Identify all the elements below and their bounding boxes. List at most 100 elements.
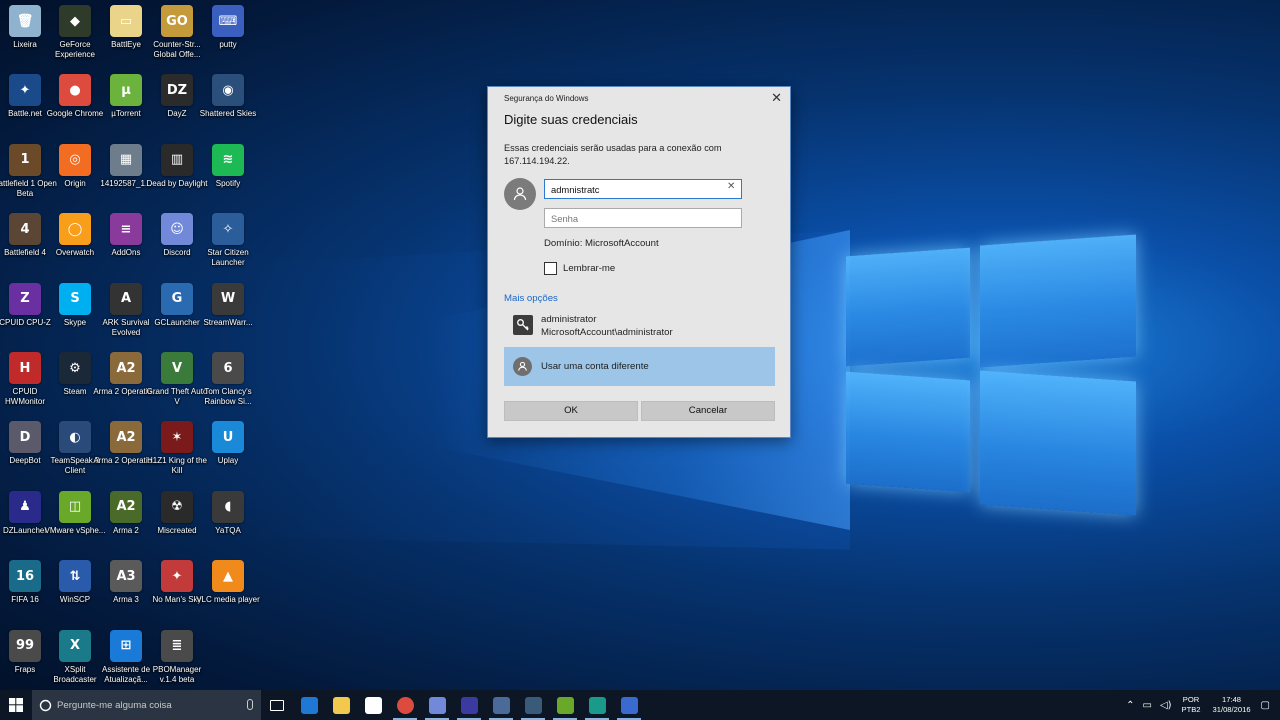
teamspeak-icon-glyph xyxy=(492,696,510,714)
discord-icon: ☺ xyxy=(161,213,193,246)
arma2-oa-icon: A2 xyxy=(110,352,142,384)
desktop-icon[interactable]: ✧ Star Citizen Launcher xyxy=(195,209,261,275)
clock-time: 17:48 xyxy=(1222,695,1242,704)
edge-icon[interactable] xyxy=(293,690,325,720)
file-explorer-icon[interactable] xyxy=(325,690,357,720)
account-option-administrator[interactable]: administrator MicrosoftAccount\administr… xyxy=(504,311,775,343)
uplay-icon: U xyxy=(212,421,244,454)
discord-icon-glyph xyxy=(428,696,446,714)
battlefield4-icon: 4 xyxy=(9,213,41,246)
account-option-different[interactable]: Usar uma conta diferente xyxy=(504,347,775,386)
desktop-icon[interactable]: ⌨ putty xyxy=(195,1,261,67)
network-icon[interactable]: ▭ xyxy=(1142,700,1151,711)
windows-update-icon: ⊞ xyxy=(110,629,142,662)
deepbot-icon: D xyxy=(9,421,41,454)
hwmonitor-icon: H xyxy=(9,352,41,384)
discord-icon[interactable] xyxy=(421,690,453,720)
clock-date: 31/08/2016 xyxy=(1212,705,1251,714)
steam-icon: ⚙ xyxy=(59,352,91,384)
system-tray: ⌃ ▭ ◁) POR PTB2 17:48 31/08/2016 ▢ xyxy=(1122,690,1280,720)
keyboard-layout: PTB2 xyxy=(1181,705,1201,714)
chrome-icon-glyph xyxy=(396,696,414,714)
action-center-icon[interactable]: ▢ xyxy=(1261,700,1270,711)
file-explorer-icon-glyph xyxy=(332,696,350,714)
pbomanager-icon: ≣ xyxy=(161,629,193,662)
remote-desktop-icon-glyph xyxy=(620,696,638,714)
origin-icon: ◎ xyxy=(59,143,91,176)
chrome-icon[interactable] xyxy=(389,690,421,720)
desktop-icon[interactable]: ▲ VLC media player xyxy=(195,556,261,622)
store-icon-glyph xyxy=(364,696,382,714)
putty-icon: ⌨ xyxy=(212,5,244,37)
desktop-icon[interactable]: W StreamWarr... xyxy=(195,279,261,345)
chevron-up-icon[interactable]: ⌃ xyxy=(1126,700,1134,711)
dialog-caption: Segurança do Windows xyxy=(504,94,589,103)
desktop-icon-label: Shattered Skies xyxy=(199,109,257,119)
dayz-icon: DZ xyxy=(161,74,193,107)
account-full-name: MicrosoftAccount\administrator xyxy=(541,327,673,338)
chrome-icon: ● xyxy=(59,74,91,107)
gclauncher-icon: G xyxy=(161,282,193,315)
desktop-icon[interactable]: ◖ YaTQA xyxy=(195,487,261,553)
credentials-dialog: Segurança do Windows ✕ Digite suas crede… xyxy=(487,86,791,438)
microphone-icon[interactable] xyxy=(247,699,253,710)
clear-input-icon[interactable]: ✕ xyxy=(727,181,735,192)
desktop-icon[interactable]: ≣ PBOManager v.1.4 beta xyxy=(144,626,210,692)
clock[interactable]: 17:48 31/08/2016 xyxy=(1213,695,1251,715)
remember-me-label[interactable]: Lembrar-me xyxy=(563,263,615,274)
desktop-icon-label: YaTQA xyxy=(215,525,241,535)
vlc-icon: ▲ xyxy=(212,560,244,593)
h1z1-icon: ✶ xyxy=(161,421,193,454)
start-button[interactable] xyxy=(0,690,32,720)
username-input[interactable]: admnistratc xyxy=(544,179,742,199)
edge-icon-glyph xyxy=(300,696,318,714)
ok-button[interactable]: OK xyxy=(504,401,638,421)
shattered-skies-icon: ◉ xyxy=(212,74,244,107)
windows-logo-wallpaper xyxy=(840,230,1140,530)
volume-icon[interactable]: ◁) xyxy=(1160,700,1172,711)
user-avatar-icon xyxy=(513,357,532,376)
windows-start-icon xyxy=(9,698,23,712)
input-language[interactable]: POR PTB2 xyxy=(1182,695,1201,715)
teamspeak-icon[interactable] xyxy=(485,690,517,720)
desktop-icon[interactable]: 6 Tom Clancy's Rainbow Si... xyxy=(195,348,261,414)
winrar-icon: ≡ xyxy=(110,213,142,246)
desktop-icon[interactable]: U Uplay xyxy=(195,417,261,483)
cortana-search-box[interactable]: Pergunte-me alguma coisa xyxy=(32,690,261,720)
vmware-icon: ◫ xyxy=(59,490,91,523)
xsplit-icon-glyph xyxy=(588,696,606,714)
password-input[interactable]: Senha xyxy=(544,208,742,228)
more-options-link[interactable]: Mais opções xyxy=(504,293,558,304)
no-mans-sky-icon: ✦ xyxy=(161,560,193,593)
task-view-icon-glyph xyxy=(270,699,284,711)
desktop-icon-label: putty xyxy=(219,40,237,49)
vmware-icon-glyph xyxy=(556,696,574,714)
domain-label: Domínio: MicrosoftAccount xyxy=(544,238,659,249)
xsplit-icon: X xyxy=(59,629,91,662)
ark-icon: A xyxy=(110,282,142,315)
geforce-icon: ◆ xyxy=(59,5,91,37)
desktop-icon-label: PBOManager v.1.4 beta xyxy=(152,664,202,684)
taskbar-apps xyxy=(261,690,645,720)
remote-desktop-icon[interactable] xyxy=(613,690,645,720)
store-icon[interactable] xyxy=(357,690,389,720)
task-view-icon[interactable] xyxy=(261,690,293,720)
csgo-icon: GO xyxy=(161,5,193,37)
key-icon xyxy=(513,315,533,335)
desktop-icon[interactable]: ≋ Spotify xyxy=(195,140,261,206)
search-placeholder: Pergunte-me alguma coisa xyxy=(57,699,172,711)
desktop-icon[interactable]: ◉ Shattered Skies xyxy=(195,70,261,136)
remember-me-checkbox[interactable] xyxy=(544,262,557,275)
cancel-button[interactable]: Cancelar xyxy=(641,401,775,421)
desktop-icon-label: Uplay xyxy=(217,456,239,466)
desktop-icon-label: VLC media player xyxy=(196,595,260,605)
star-citizen-icon: ✧ xyxy=(212,213,244,246)
dialog-title: Digite suas credenciais xyxy=(504,112,638,127)
gta5-icon: V xyxy=(161,352,193,384)
steam-icon[interactable] xyxy=(517,690,549,720)
close-icon[interactable]: ✕ xyxy=(771,90,782,106)
vmware-icon[interactable] xyxy=(549,690,581,720)
desktop-icon-label: Star Citizen Launcher xyxy=(207,248,249,268)
xsplit-icon[interactable] xyxy=(581,690,613,720)
dzlauncher-icon[interactable] xyxy=(453,690,485,720)
